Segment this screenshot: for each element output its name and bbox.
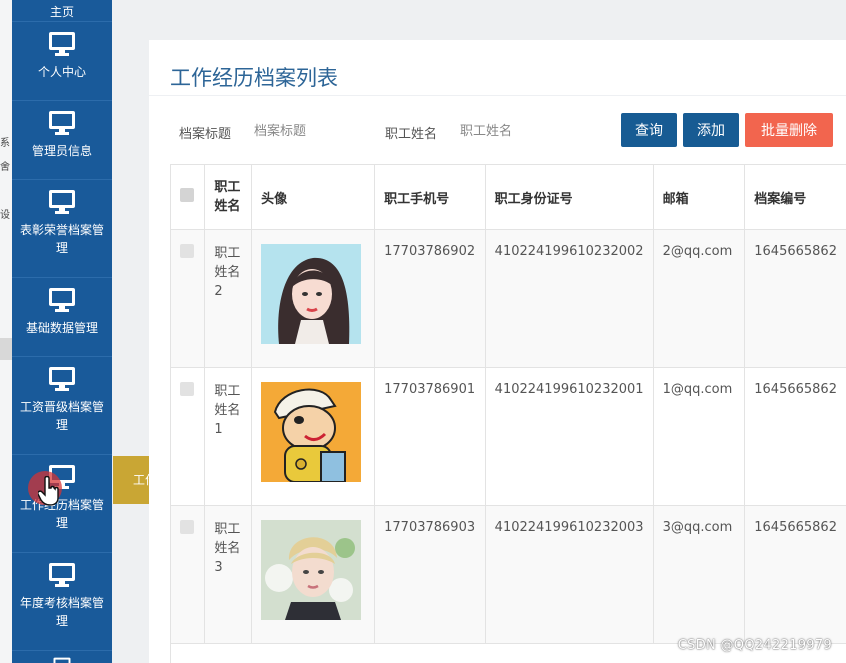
sidebar-item-honor-archive[interactable]: 表彰荣誉档案管理 <box>12 180 112 278</box>
row-select-cell <box>171 505 206 644</box>
left-edge-strip: 系 舍 设 <box>0 0 12 663</box>
sidebar-item-annual-review[interactable]: 年度考核档案管理 <box>12 553 112 651</box>
monitor-icon <box>49 288 75 312</box>
sidebar-item-base-data[interactable]: 基础数据管理 <box>12 278 112 357</box>
cell-phone: 17703786901 <box>374 367 486 506</box>
search-title-label: 档案标题 <box>179 127 232 142</box>
table-row: 职工 姓名 3 17703786903 410224199610232003 3… <box>171 505 846 644</box>
monitor-icon <box>49 563 75 587</box>
search-title-input[interactable] <box>252 116 376 146</box>
page-title: 工作经历档案列表 <box>170 66 338 90</box>
cell-id-number: 410224199610232001 <box>485 367 654 506</box>
row-checkbox[interactable] <box>180 382 194 396</box>
select-all-checkbox[interactable] <box>180 188 194 202</box>
sidebar-item-label: 管理员信息 <box>31 144 92 158</box>
cell-avatar <box>251 367 376 506</box>
row-select-cell <box>171 229 206 368</box>
batch-delete-button[interactable]: 批量删除 <box>745 113 833 147</box>
cell-avatar <box>251 229 376 368</box>
cell-phone: 17703786902 <box>374 229 486 368</box>
sidebar-item-home[interactable]: 主页 <box>12 0 112 22</box>
sidebar-item-label: 基础数据管理 <box>25 321 98 335</box>
avatar-girl-portrait <box>261 244 362 344</box>
query-button[interactable]: 查询 <box>621 113 677 147</box>
hand-cursor-icon <box>38 476 59 506</box>
csdn-watermark: CSDN @QQ242219979 <box>677 638 832 653</box>
row-checkbox[interactable] <box>180 520 194 534</box>
cell-id-number: 410224199610232002 <box>485 229 654 368</box>
avatar-cartoon-boy <box>261 382 362 482</box>
search-name-input[interactable] <box>458 116 592 146</box>
add-button[interactable]: 添加 <box>683 113 739 147</box>
sidebar-item-label: 个人中心 <box>37 65 86 79</box>
sidebar-item-label: 工资晋级档案管理 <box>19 400 104 432</box>
avatar-boy-portrait <box>261 520 362 620</box>
cell-archive-no: 1645665862 <box>744 229 846 368</box>
monitor-icon <box>49 367 75 391</box>
sidebar-item-work-experience[interactable]: 工作经历档案管理 <box>12 455 112 553</box>
cell-employee-name: 职工 姓名 2 <box>204 229 253 368</box>
sidebar-item-more[interactable] <box>12 651 112 663</box>
monitor-icon <box>53 657 71 663</box>
edge-char: 舍 <box>0 162 10 173</box>
cell-employee-name: 职工 姓名 3 <box>204 505 253 644</box>
header-email[interactable]: 邮箱 <box>653 165 746 230</box>
cell-employee-name: 职工 姓名 1 <box>204 367 253 506</box>
archive-table: 职工 姓名 头像 职工手机号 职工身份证号 邮箱 档案编号 职工 姓名 2 17… <box>171 165 846 644</box>
sidebar-item-label: 工作经历档案管理 <box>19 498 104 530</box>
header-avatar[interactable]: 头像 <box>251 165 376 230</box>
edge-gray-block <box>0 338 12 360</box>
sidebar-item-admin-info[interactable]: 管理员信息 <box>12 101 112 180</box>
main-panel: 工作经历档案列表 档案标题 职工姓名 查询 添加 批量删除 职工 姓名 头像 职… <box>149 40 846 663</box>
cell-id-number: 410224199610232003 <box>485 505 654 644</box>
table-row: 职工 姓名 1 17703786901 410224199610232001 1… <box>171 367 846 506</box>
header-archive-no[interactable]: 档案编号 <box>744 165 846 230</box>
header-id-number[interactable]: 职工身份证号 <box>485 165 654 230</box>
sidebar-item-label: 主页 <box>49 5 74 19</box>
monitor-icon <box>49 111 75 135</box>
monitor-icon <box>49 190 75 214</box>
monitor-icon <box>49 32 75 56</box>
sidebar-item-personal-center[interactable]: 个人中心 <box>12 22 112 101</box>
table-row: 职工 姓名 2 17703786902 410224199610232002 2… <box>171 229 846 368</box>
cell-phone: 17703786903 <box>374 505 486 644</box>
sidebar-item-label: 年度考核档案管理 <box>19 596 104 628</box>
title-divider <box>149 95 846 96</box>
header-employee-name[interactable]: 职工 姓名 <box>204 165 253 230</box>
sidebar-item-salary-archive[interactable]: 工资晋级档案管理 <box>12 357 112 455</box>
cell-archive-no: 1645665862 <box>744 505 846 644</box>
edge-char: 系 <box>0 138 10 149</box>
search-name-label: 职工姓名 <box>385 127 438 142</box>
row-select-cell <box>171 367 206 506</box>
table-header-row: 职工 姓名 头像 职工手机号 职工身份证号 邮箱 档案编号 <box>171 165 846 230</box>
cell-archive-no: 1645665862 <box>744 367 846 506</box>
header-phone[interactable]: 职工手机号 <box>374 165 486 230</box>
row-checkbox[interactable] <box>180 244 194 258</box>
cell-avatar <box>251 505 376 644</box>
cell-email: 3@qq.com <box>653 505 746 644</box>
cell-email: 2@qq.com <box>653 229 746 368</box>
edge-char: 设 <box>0 210 10 221</box>
select-all-cell <box>171 165 206 230</box>
sidebar-item-label: 表彰荣誉档案管理 <box>19 223 104 255</box>
sidebar: 主页 个人中心 管理员信息 表彰荣誉档案管理 基础数据管理 工资晋级档案管理 工… <box>12 0 112 663</box>
cell-email: 1@qq.com <box>653 367 746 506</box>
archive-table-wrapper: 职工 姓名 头像 职工手机号 职工身份证号 邮箱 档案编号 职工 姓名 2 17… <box>170 164 846 663</box>
